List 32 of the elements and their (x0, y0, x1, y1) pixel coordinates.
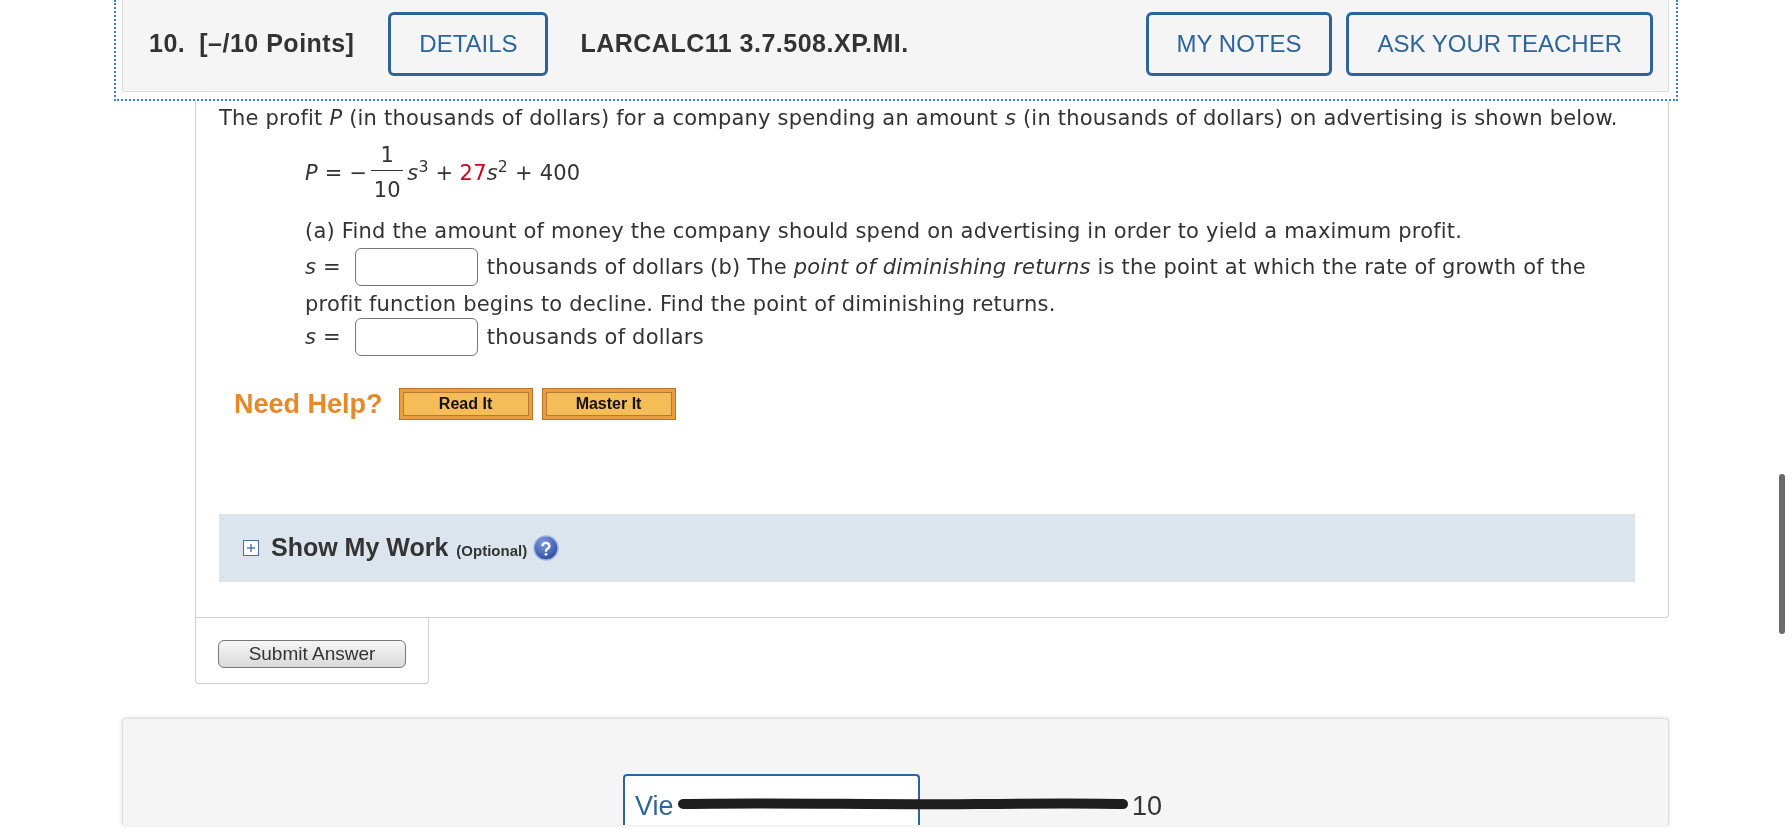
expand-icon[interactable] (243, 540, 259, 556)
question-text: profit function begins to decline. Find the point of diminishing returns. (305, 291, 1057, 317)
formula-text: s$^{2}$ + 400 (486, 159, 581, 186)
points-label: [–/10 Points] (199, 27, 355, 59)
question-text: (b) The point of diminishing returns is the point at which the rate of growth of the (710, 254, 1586, 280)
ask-teacher-button[interactable]: ASK YOUR TEACHER (1346, 11, 1653, 76)
need-help-title: Need Help? (234, 389, 383, 419)
master-it-button[interactable]: Master It (541, 388, 676, 420)
read-it-button[interactable]: Read It (398, 388, 533, 420)
answer-field[interactable] (354, 248, 478, 286)
formula-coefficient: 27 (459, 159, 487, 186)
formula-text: P = − (305, 159, 368, 186)
answer-field[interactable] (354, 318, 478, 356)
details-button[interactable]: DETAILS (388, 11, 549, 76)
fraction-denominator: 10 (373, 179, 401, 201)
question-text: (a) Find the amount of money the company should spend on advertising in order to yield a maximum profit. (305, 218, 1464, 244)
submit-answer-button[interactable]: Submit Answer (218, 640, 406, 668)
answer-label: s = (305, 254, 341, 280)
formula-text: s$^{3}$ + (407, 159, 454, 186)
answer-label: s = (305, 324, 341, 350)
question-number: 10. (149, 27, 186, 59)
unit-label: thousands of dollars (486, 324, 704, 350)
problem-code: LARCALC11 3.7.508.XP.MI. (580, 27, 909, 59)
question-text: The profit P (in thousands of dollars) for a company spending an amount s (in thousands of dollars) on advertising is shown below. (219, 105, 1619, 131)
unit-label: thousands of dollars (486, 254, 704, 280)
help-icon[interactable] (533, 535, 560, 561)
optional-note: (Optional) (456, 540, 528, 561)
counter-text: 10 (1132, 790, 1163, 823)
fraction-numerator: 1 (380, 144, 394, 166)
notes-button[interactable]: MY NOTES (1145, 11, 1333, 76)
show-my-work-title: Show My Work (271, 532, 449, 564)
scrollbar-thumb[interactable] (1779, 474, 1785, 634)
